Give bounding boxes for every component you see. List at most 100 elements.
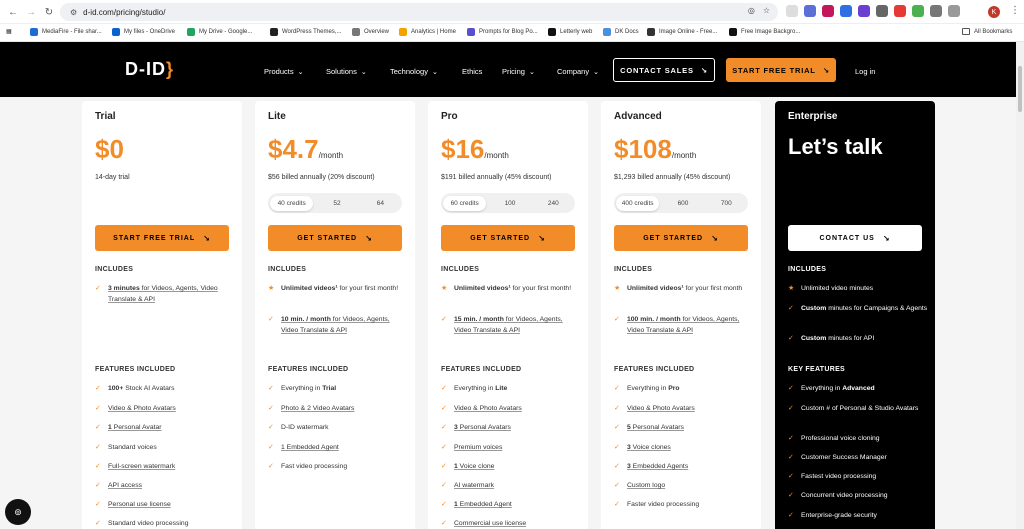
check-icon: ✓ <box>441 463 447 470</box>
extension-d-icon[interactable] <box>840 5 852 17</box>
nav-products[interactable]: Products ⌄ <box>264 67 303 76</box>
contact-sales-button[interactable]: CONTACT SALES ↘ <box>613 58 715 82</box>
features-heading: KEY FEATURES <box>788 366 846 373</box>
address-bar[interactable]: ⚙ d-id.com/pricing/studio/ ◎ ☆ <box>60 3 778 21</box>
browser-menu-icon[interactable]: ⋮ <box>1010 5 1020 16</box>
profile-avatar[interactable]: K <box>988 6 1000 18</box>
check-icon: ✓ <box>95 520 101 527</box>
list-item: ✓ Standard voices <box>95 444 157 451</box>
list-item: ✓ Fastest video processing <box>788 473 877 480</box>
extension-camera-icon[interactable] <box>876 5 888 17</box>
list-item: ✓ Commercial use license <box>441 520 527 527</box>
plan-card-advanced: Advanced $108/month $1,293 billed annual… <box>601 101 761 529</box>
list-item: ✓ 15 min. / month for Videos, Agents, Vid… <box>441 316 563 334</box>
plan-name: Pro <box>441 111 458 122</box>
bookmark-item[interactable]: Prompts for Blog Po... <box>467 28 538 36</box>
bookmark-item[interactable]: My files - OneDrive <box>112 28 175 36</box>
check-icon: ✓ <box>268 463 274 470</box>
forward-icon[interactable]: → <box>22 3 40 21</box>
eye-off-icon[interactable]: ◎ <box>748 6 755 15</box>
d-id-logo[interactable]: D-ID} <box>125 59 174 80</box>
bookmark-item[interactable]: Image Online - Free... <box>647 28 717 36</box>
extension-shield-icon[interactable] <box>804 5 816 17</box>
check-icon: ✓ <box>95 463 101 470</box>
credits-option[interactable]: 100 <box>488 200 531 207</box>
extension-download-icon[interactable] <box>822 5 834 17</box>
list-item: ✓ AI watermark <box>441 482 495 489</box>
list-item: ✓ Photo & 2 Video Avatars <box>268 405 355 412</box>
features-heading: FEATURES INCLUDED <box>95 366 176 373</box>
list-item: ✓ Customer Success Manager <box>788 454 887 461</box>
split-view-icon[interactable] <box>948 5 960 17</box>
login-link[interactable]: Log in <box>855 67 875 76</box>
credits-option[interactable]: 40 credits <box>270 195 314 211</box>
bookmark-item[interactable]: WordPress Themes,... <box>270 28 341 36</box>
bookmark-item[interactable]: MediaFire - File shar... <box>30 28 102 36</box>
nav-solutions[interactable]: Solutions ⌄ <box>326 67 367 76</box>
bookmark-item[interactable]: DK Docs <box>603 28 639 36</box>
check-icon: ✓ <box>614 316 620 323</box>
plan-card-enterprise: Enterprise Let’s talk CONTACT US ↘ INCLUD… <box>775 101 935 529</box>
bookmark-item[interactable]: Overview <box>352 28 389 36</box>
extensions-puzzle-icon[interactable] <box>930 5 942 17</box>
credits-option[interactable]: 700 <box>705 200 748 207</box>
extension-color-icon[interactable] <box>912 5 924 17</box>
start-free-trial-button[interactable]: START FREE TRIAL ↘ <box>726 58 836 82</box>
bookmark-item[interactable]: Free Image Backgro... <box>729 28 800 36</box>
check-icon: ✓ <box>268 444 274 451</box>
billing-note: $56 billed annually (20% discount) <box>268 174 375 181</box>
nav-ethics[interactable]: Ethics <box>462 67 482 76</box>
credits-option[interactable]: 52 <box>315 200 358 207</box>
list-item: ✓ 3 Voice clones <box>614 444 671 451</box>
apps-grid-icon[interactable]: ▦ <box>6 28 12 35</box>
all-bookmarks[interactable]: All Bookmarks <box>962 28 1012 35</box>
folder-icon <box>962 28 970 35</box>
check-icon: ✓ <box>95 285 101 292</box>
bookmark-item[interactable]: Analytics | Home <box>399 28 456 36</box>
list-item: ✓ Everything in Advanced <box>788 385 875 392</box>
bookmark-star-icon[interactable]: ☆ <box>763 6 770 15</box>
nav-technology[interactable]: Technology ⌄ <box>390 67 438 76</box>
star-icon: ★ <box>268 285 275 292</box>
chat-widget-icon[interactable]: ⊚ <box>5 499 31 525</box>
scrollbar-thumb[interactable] <box>1018 66 1022 112</box>
back-icon[interactable]: ← <box>4 3 22 21</box>
nav-pricing[interactable]: Pricing ⌄ <box>502 67 535 76</box>
plan-name: Advanced <box>614 111 662 122</box>
list-item: ✓ 5 Personal Avatars <box>614 424 684 431</box>
credits-option[interactable]: 60 credits <box>443 195 487 211</box>
check-icon: ✓ <box>614 424 620 431</box>
credits-option[interactable]: 400 credits <box>616 195 660 211</box>
credits-option[interactable]: 600 <box>661 200 704 207</box>
credits-option[interactable]: 240 <box>532 200 575 207</box>
get-started-button[interactable]: GET STARTED ↘ <box>268 225 402 251</box>
bookmark-item[interactable]: Letterly web <box>548 28 592 36</box>
site-info-icon[interactable]: ⚙ <box>70 8 77 17</box>
extension-purple-icon[interactable] <box>858 5 870 17</box>
start-free-trial-card-button[interactable]: START FREE TRIAL ↘ <box>95 225 229 251</box>
credits-option[interactable]: 64 <box>359 200 402 207</box>
get-started-button[interactable]: GET STARTED ↘ <box>441 225 575 251</box>
extension-red-icon[interactable] <box>894 5 906 17</box>
extension-u-icon[interactable] <box>786 5 798 17</box>
site-header: D-ID} Products ⌄ Solutions ⌄ Technology ⌄ E… <box>0 42 1024 97</box>
arrow-icon: ↘ <box>700 65 708 75</box>
get-started-button[interactable]: GET STARTED ↘ <box>614 225 748 251</box>
billing-note: $1,293 billed annually (45% discount) <box>614 174 731 181</box>
list-item: ✓ Premium voices <box>441 444 503 451</box>
contact-us-button[interactable]: CONTACT US ↘ <box>788 225 922 251</box>
reload-icon[interactable]: ↻ <box>40 3 58 21</box>
list-item: ✓ Standard video processing <box>95 520 189 527</box>
check-icon: ✓ <box>788 473 794 480</box>
list-item: ★ Unlimited videos¹ for your first month! <box>441 285 572 292</box>
check-icon: ✓ <box>614 482 620 489</box>
list-item: ✓ API access <box>95 482 142 489</box>
check-icon: ✓ <box>788 512 794 519</box>
nav-company[interactable]: Company ⌄ <box>557 67 599 76</box>
credits-selector: 60 credits 100 240 <box>441 193 575 213</box>
page-scrollbar[interactable] <box>1016 42 1024 529</box>
check-icon: ✓ <box>268 385 274 392</box>
bookmark-item[interactable]: My Drive - Google... <box>187 28 252 36</box>
list-item: ✓ Custom minutes for Campaigns & Agents <box>788 305 928 312</box>
list-item: ✓ Everything in Trial <box>268 385 337 392</box>
